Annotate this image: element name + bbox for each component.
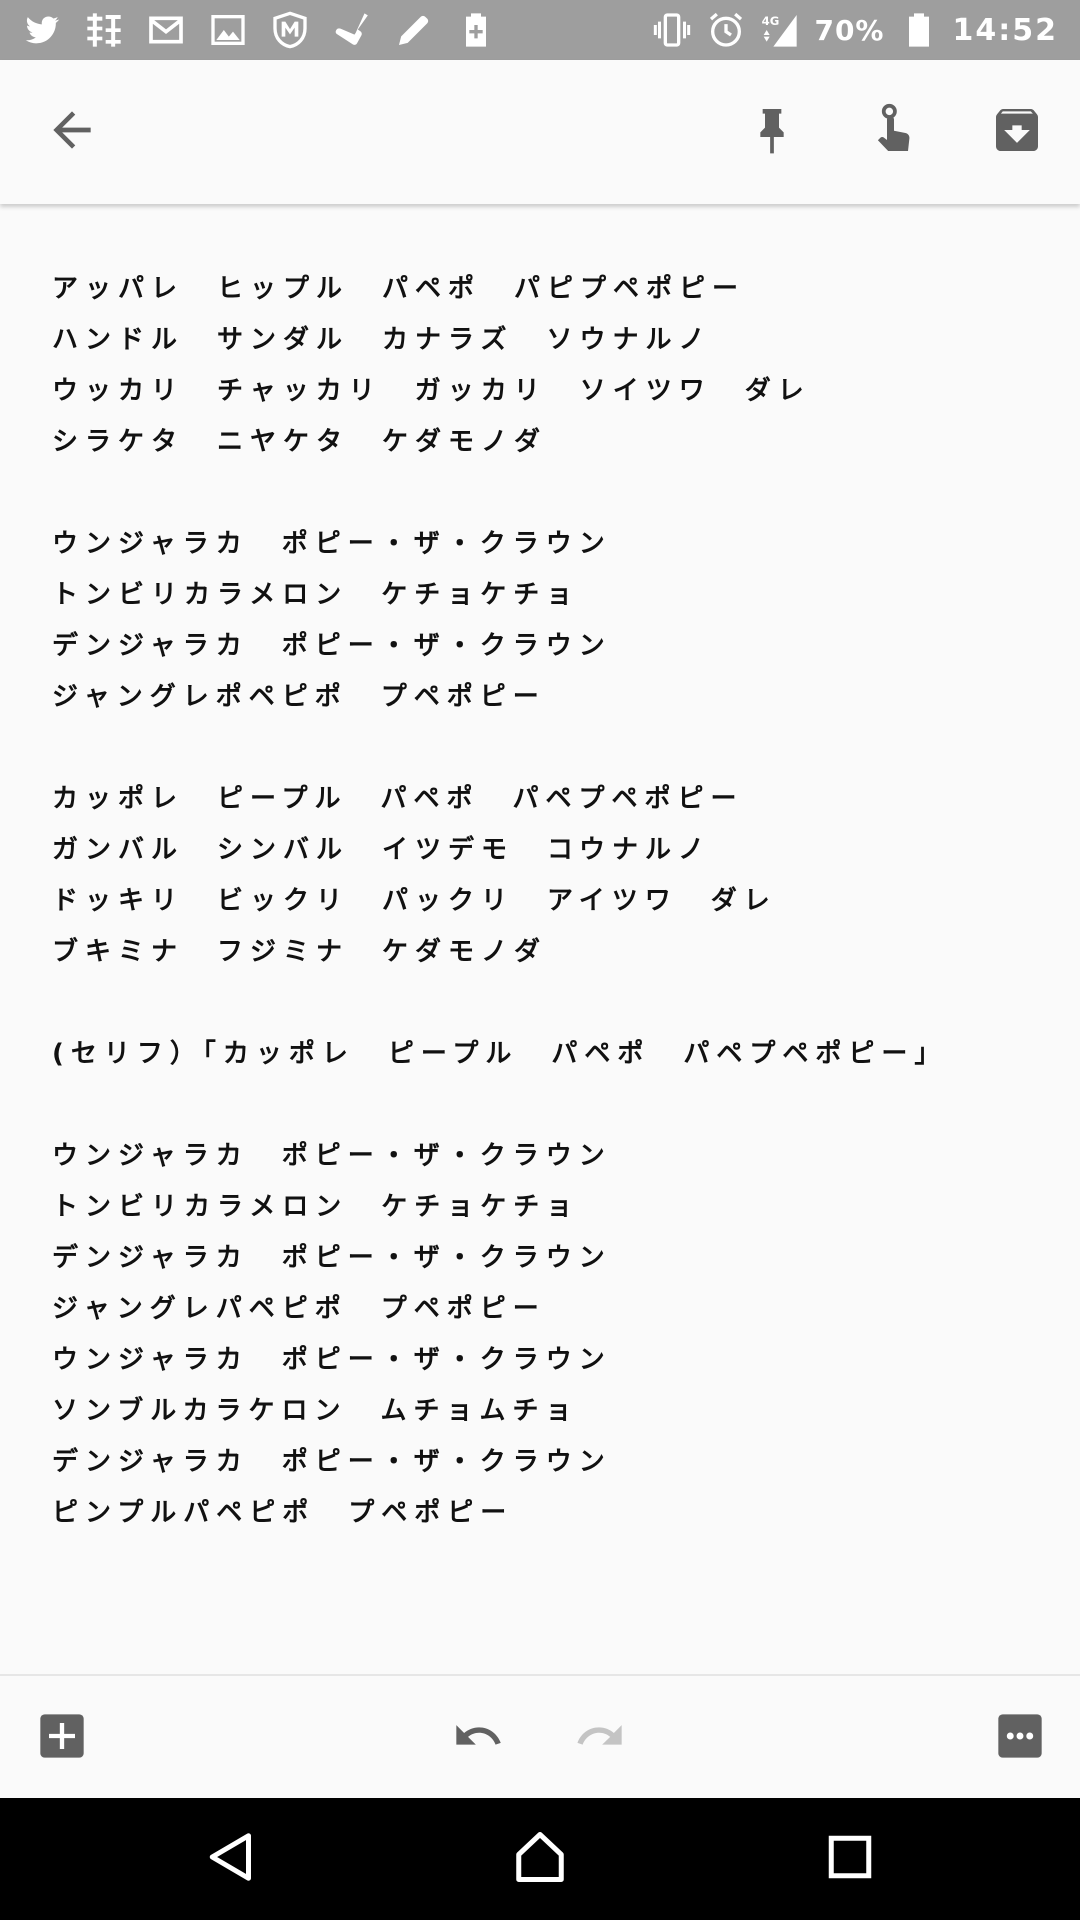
- note-line: デンジャラカ ポピー・ザ・クラウン: [52, 1243, 612, 1273]
- note-line: ウッカリ チャッカリ ガッカリ ソイツワ ダレ: [52, 376, 811, 406]
- signal-icon: 4G: [760, 10, 800, 50]
- kanji-app-icon: [84, 10, 124, 50]
- battery-saver-icon: [456, 10, 496, 50]
- vibrate-icon: [652, 10, 692, 50]
- broom-icon: [332, 10, 372, 50]
- system-status: 4G 70% 14:52: [652, 10, 1058, 50]
- note-line: ウンジャラカ ポピー・ザ・クラウン: [52, 529, 612, 559]
- gmail-icon: [146, 10, 186, 50]
- more-icon: [994, 1710, 1046, 1766]
- pencil-icon: [394, 10, 434, 50]
- note-line: カッポレ ピープル パペポ パペプペポピー: [52, 784, 744, 814]
- note-line: ブキミナ フジミナ ケダモノダ: [52, 937, 548, 967]
- clock: 14:52: [952, 12, 1058, 48]
- note-line: トンビリカラメロン ケチョケチョ: [52, 1192, 580, 1222]
- note-line: デンジャラカ ポピー・ザ・クラウン: [52, 631, 612, 661]
- note-line: ドッキリ ビックリ パックリ アイツワ ダレ: [52, 886, 777, 916]
- status-bar: 4G 70% 14:52: [0, 0, 1080, 60]
- note-line: ウンジャラカ ポピー・ザ・クラウン: [52, 1345, 612, 1375]
- note-line: ピンプルパペピポ プペポピー: [52, 1498, 514, 1528]
- nav-back-icon: [201, 1827, 261, 1891]
- note-line: ウンジャラカ ポピー・ザ・クラウン: [52, 1141, 612, 1171]
- note-line: (セリフ）「カッポレ ピープル パペポ パペプペポピー」: [52, 1039, 948, 1069]
- add-box-icon: [36, 1710, 88, 1766]
- nav-home-button[interactable]: [505, 1824, 575, 1894]
- note-body[interactable]: アッパレ ヒップル パペポ パピプペポピー ハンドル サンダル カナラズ ソウナル…: [0, 204, 1080, 1674]
- undo-icon: [452, 1710, 504, 1766]
- archive-button[interactable]: [983, 98, 1051, 166]
- add-button[interactable]: [34, 1710, 90, 1766]
- note-line: トンビリカラメロン ケチョケチョ: [52, 580, 580, 610]
- note-line: デンジャラカ ポピー・ザ・クラウン: [52, 1447, 612, 1477]
- m-shield-icon: [270, 10, 310, 50]
- alarm-icon: [706, 10, 746, 50]
- nav-recents-button[interactable]: [815, 1824, 885, 1894]
- undo-button[interactable]: [450, 1710, 506, 1766]
- note-line: シラケタ ニヤケタ ケダモノダ: [52, 427, 548, 457]
- notification-icons: [22, 10, 652, 50]
- pin-button[interactable]: [738, 98, 806, 166]
- nav-home-icon: [510, 1827, 570, 1891]
- twitter-icon: [22, 10, 62, 50]
- gallery-icon: [208, 10, 248, 50]
- nav-back-button[interactable]: [196, 1824, 266, 1894]
- archive-icon: [989, 102, 1045, 162]
- nav-recents-icon: [820, 1827, 880, 1891]
- note-line: ソンブルカラケロン ムチョムチョ: [52, 1396, 579, 1426]
- redo-button[interactable]: [572, 1710, 628, 1766]
- note-line: ジャングレパペピポ プペポピー: [52, 1294, 546, 1324]
- pin-icon: [744, 102, 800, 162]
- redo-icon: [574, 1710, 626, 1766]
- bottom-toolbar: [0, 1674, 1080, 1798]
- reminder-hand-icon: [866, 102, 922, 162]
- battery-icon: [899, 10, 939, 50]
- reminder-button[interactable]: [860, 98, 928, 166]
- navigation-bar: [0, 1798, 1080, 1920]
- network-type: 4G: [762, 14, 780, 28]
- note-line: アッパレ ヒップル パペポ パピプペポピー: [52, 274, 746, 304]
- note-line: ハンドル サンダル カナラズ ソウナルノ: [52, 325, 712, 355]
- arrow-back-icon: [44, 102, 100, 162]
- note-text: アッパレ ヒップル パペポ パピプペポピー ハンドル サンダル カナラズ ソウナル…: [52, 264, 1040, 1539]
- note-line: ガンバル シンバル イツデモ コウナルノ: [52, 835, 711, 865]
- back-button[interactable]: [38, 98, 106, 166]
- note-line: ジャングレポペピポ プペポピー: [52, 682, 546, 712]
- battery-percent: 70%: [814, 13, 885, 47]
- more-options-button[interactable]: [992, 1710, 1048, 1766]
- app-toolbar: [0, 60, 1080, 204]
